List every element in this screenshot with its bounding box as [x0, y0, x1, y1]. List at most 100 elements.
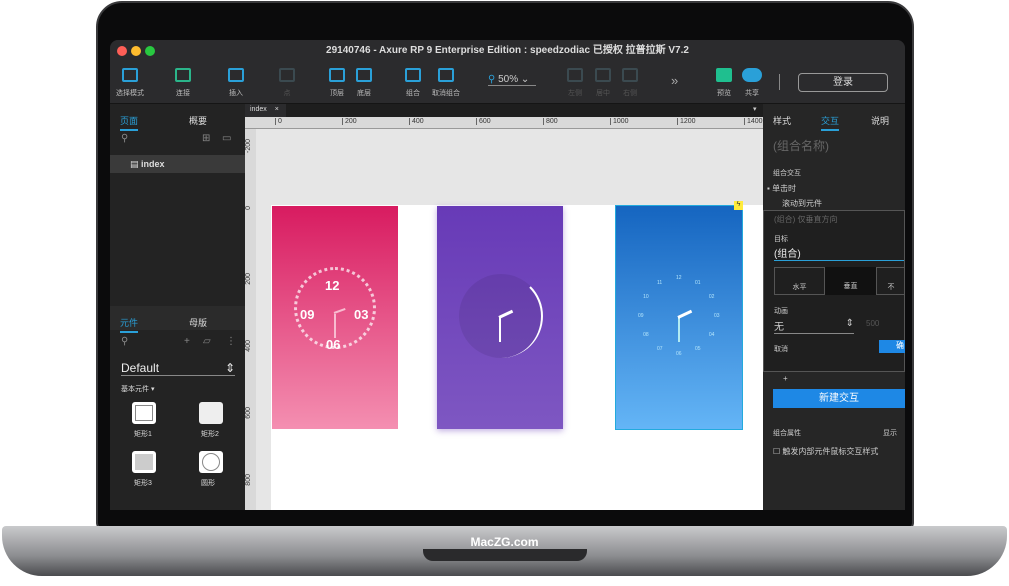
close-icon[interactable]: ×: [275, 106, 279, 113]
clock-number: 02: [708, 294, 715, 300]
clock-number: 09: [638, 313, 644, 319]
minimize-button[interactable]: [131, 46, 141, 56]
more-button[interactable]: »: [671, 73, 678, 88]
section-label: 组合交互: [773, 170, 801, 177]
play-icon: [716, 68, 732, 82]
connect-button[interactable]: 连接: [163, 66, 203, 98]
close-button[interactable]: [117, 46, 127, 56]
left-panel: 页面 概要 ⚲ ⊞ ▭ ▤ index 元件 母版 ⚲ + ▱ ⋮ Defaul…: [110, 104, 245, 510]
align-center-icon: [595, 68, 611, 82]
animation-select[interactable]: 无 ⇕: [774, 318, 854, 334]
pink-clock-card[interactable]: 12 03 06 09: [272, 206, 398, 429]
rectangle3-widget[interactable]: [132, 451, 156, 473]
clock-number: 07: [657, 345, 663, 352]
align-right-icon: [622, 68, 638, 82]
tab-outline[interactable]: 概要: [189, 114, 207, 127]
tab-masters[interactable]: 母版: [189, 316, 207, 329]
library-icon[interactable]: ▱: [203, 336, 211, 347]
tab-notes[interactable]: 说明: [871, 114, 889, 127]
ruler-tick: 800: [245, 474, 252, 486]
zoom-select[interactable]: ⚲ 50% ⌄: [488, 74, 536, 86]
add-page-icon[interactable]: ⊞: [202, 133, 210, 144]
circle-widget[interactable]: [199, 451, 223, 473]
ruler-tick: 400: [409, 118, 424, 125]
purple-clock-card[interactable]: [437, 206, 563, 429]
search-icon[interactable]: ⚲: [121, 336, 128, 347]
ruler-tick: 0: [245, 206, 252, 210]
horizontal-option[interactable]: 水平: [774, 267, 825, 295]
share-button[interactable]: 共享: [732, 66, 772, 98]
page-icon: ▤: [130, 159, 139, 169]
clock-number: 08: [643, 332, 649, 338]
blue-clock-card-selected[interactable]: 12 01 02 03 04 05 06 07 08 09 10 11 ϟ: [615, 201, 743, 430]
send-bottom-button[interactable]: 底层: [344, 66, 384, 98]
menu-icon[interactable]: ⋮: [226, 336, 236, 347]
target-select[interactable]: (组合): [774, 245, 904, 261]
ruler-tick: 600: [476, 118, 491, 125]
clock-number: 03: [714, 313, 720, 319]
group-name-input[interactable]: (组合名称): [773, 137, 829, 154]
ruler-tick: 1200: [677, 118, 696, 125]
align-right-button[interactable]: 右侧: [610, 66, 650, 98]
minute-hand: [499, 316, 501, 342]
align-left-icon: [567, 68, 583, 82]
rectangle2-widget[interactable]: [199, 402, 223, 424]
canvas-area: index × ▾ 0 200 400 600 800 1000 1200 1400 -200…: [245, 104, 763, 510]
divider: [779, 74, 780, 90]
tab-pages[interactable]: 页面: [120, 114, 139, 131]
none-option[interactable]: 不: [876, 267, 905, 295]
lightning-icon[interactable]: ϟ: [734, 201, 743, 210]
new-interaction-button[interactable]: 新建交互: [773, 389, 905, 408]
folder-icon[interactable]: ▭: [222, 133, 231, 144]
clock-number: 05: [695, 345, 701, 352]
trigger-mouse-style-checkbox[interactable]: ☐ 触发内部元件鼠标交互样式: [773, 446, 878, 457]
brand-watermark: MacZG.com: [470, 535, 539, 549]
vertical-option[interactable]: 垂直: [825, 267, 876, 295]
window-title: 29140746 - Axure RP 9 Enterprise Edition…: [326, 45, 689, 56]
ungroup-button[interactable]: 取消组合: [426, 66, 466, 98]
insert-button[interactable]: 插入: [216, 66, 256, 98]
tab-widgets[interactable]: 元件: [120, 316, 139, 333]
clock-number: 11: [657, 280, 663, 287]
ruler-tick: 200: [245, 273, 252, 285]
widget-label: 圆形: [201, 480, 215, 487]
cancel-button[interactable]: 取消: [774, 344, 788, 354]
clock-number: 01: [695, 280, 701, 287]
add-action-button[interactable]: +: [783, 374, 788, 383]
dropdown-icon[interactable]: ▾: [753, 105, 757, 113]
ok-button[interactable]: 确: [879, 340, 905, 353]
tab-interactions[interactable]: 交互: [821, 114, 840, 131]
ruler-tick: 200: [342, 118, 357, 125]
clock-number: 04: [708, 332, 715, 338]
point-button[interactable]: 点: [267, 66, 307, 98]
toolbar: 选择模式 连接 插入 点 顶层 底层 组合 取消组合 ⚲ 50% ⌄ 左侧 居中…: [110, 62, 905, 104]
title-bar: 29140746 - Axure RP 9 Enterprise Edition…: [110, 40, 905, 62]
ruler-tick: 1400: [744, 118, 763, 125]
event-on-click[interactable]: ▪ 单击时: [767, 183, 796, 194]
vertical-ruler: -200 0 200 400 600 800: [245, 129, 256, 510]
clock-number: 06: [676, 351, 682, 357]
widget-label: 矩形1: [134, 431, 152, 438]
page-item-index[interactable]: ▤ index: [110, 155, 245, 173]
rectangle1-widget[interactable]: [132, 402, 156, 424]
widget-category[interactable]: 基本元件 ▾: [121, 384, 154, 394]
clock-number: 10: [643, 294, 649, 300]
maximize-button[interactable]: [145, 46, 155, 56]
chevron-updown-icon: ⇕: [224, 361, 235, 375]
add-icon[interactable]: +: [184, 336, 190, 347]
minute-hand: [678, 316, 680, 342]
action-scroll-to[interactable]: 滚动到元件: [782, 198, 822, 209]
app-window: 29140746 - Axure RP 9 Enterprise Edition…: [110, 40, 905, 510]
point-icon: [279, 68, 295, 82]
duration-input[interactable]: 500: [866, 319, 879, 328]
login-button[interactable]: 登录: [798, 73, 888, 92]
tab-index[interactable]: index ×: [245, 104, 286, 117]
tab-bar: index × ▾: [245, 104, 763, 117]
tab-style[interactable]: 样式: [773, 114, 791, 127]
select-mode-button[interactable]: 选择模式: [110, 66, 150, 98]
horizontal-ruler: 0 200 400 600 800 1000 1200 1400: [245, 117, 763, 129]
search-icon[interactable]: ⚲: [121, 133, 128, 144]
library-select[interactable]: Default ⇕: [121, 361, 235, 376]
plus-icon: [228, 68, 244, 82]
right-panel: 样式 交互 说明 (组合名称) 组合交互 ▪ 单击时 滚动到元件 (组合) 仅垂…: [763, 104, 905, 510]
